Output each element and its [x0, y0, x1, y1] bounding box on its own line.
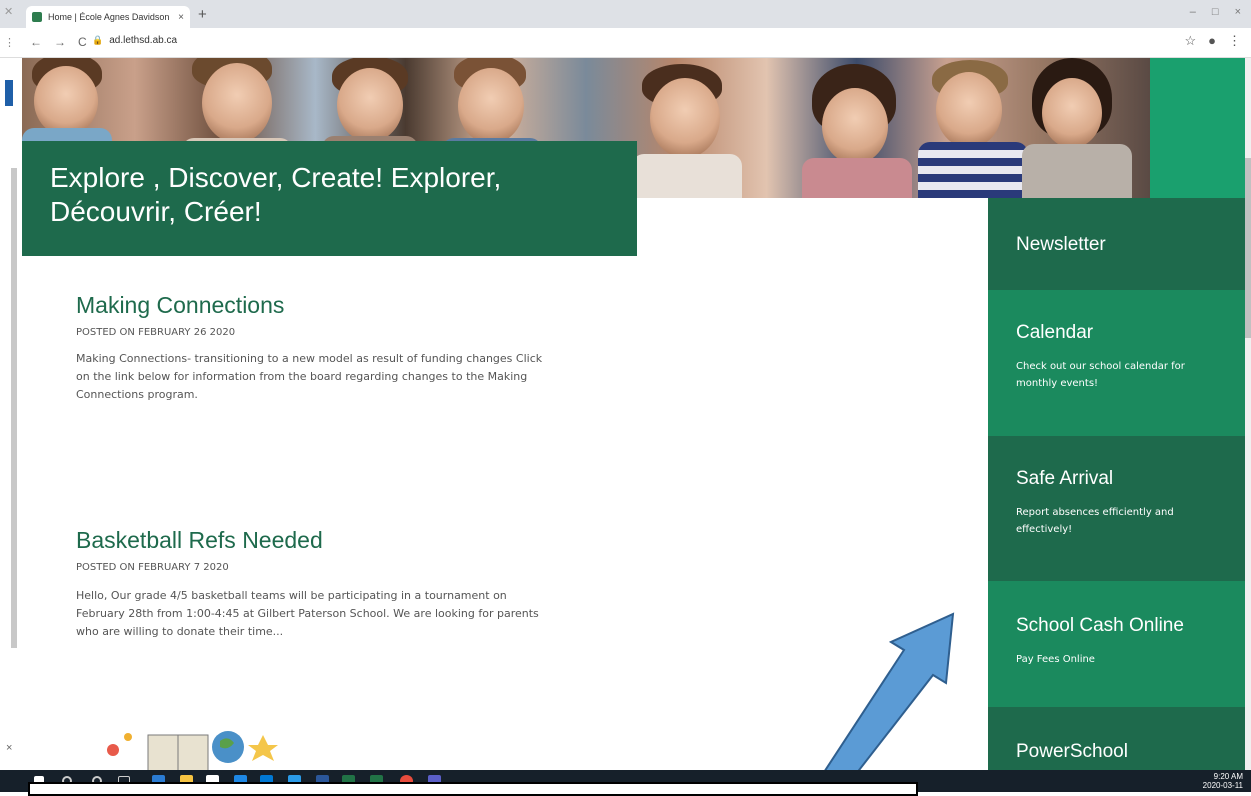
post-illustration: [107, 731, 278, 770]
back-arrow-icon[interactable]: ←: [30, 35, 42, 49]
toolbar-right: ☆ ● ⋮: [1184, 33, 1241, 49]
star-icon[interactable]: ☆: [1184, 33, 1196, 49]
sidebar-item-safe-arrival[interactable]: Safe Arrival Report absences efficiently…: [988, 436, 1245, 581]
minimize-button[interactable]: –: [1190, 6, 1196, 18]
url-field[interactable]: 🔒 ad.lethsd.ab.ca: [92, 35, 177, 46]
hero-figure: [822, 88, 888, 164]
hero-figure: [632, 154, 742, 198]
post-excerpt: Making Connections- transitioning to a n…: [76, 352, 543, 401]
clock-time: 9:20 AM: [1213, 772, 1243, 781]
menu-icon[interactable]: ⋮: [1228, 33, 1241, 49]
sidebar-item-title: PowerSchool: [1016, 741, 1128, 762]
hero-figure: [1022, 144, 1132, 198]
close-icon[interactable]: ×: [6, 742, 12, 754]
maximize-button[interactable]: □: [1212, 6, 1219, 18]
hero-banner: Explore , Discover, Create! Explorer, Dé…: [22, 141, 637, 256]
window-close-button[interactable]: ×: [1235, 6, 1241, 18]
sidebar-item-title: School Cash Online: [1016, 615, 1184, 636]
sidebar-item-desc: Pay Fees Online: [1016, 654, 1095, 665]
lock-icon: 🔒: [92, 35, 104, 45]
hero-figure: [1042, 78, 1102, 148]
hero-figure: [337, 68, 403, 142]
address-bar-row: ⋮ ← → C 🔒 ad.lethsd.ab.ca ☆ ● ⋮: [0, 28, 1251, 58]
sidebar-item-desc: Check out our school calendar for monthl…: [1016, 361, 1185, 389]
hero-figure: [650, 78, 720, 158]
more-vert-icon[interactable]: ⋮: [4, 36, 15, 49]
nav-buttons: ← → C: [30, 35, 87, 49]
reload-icon[interactable]: C: [78, 35, 87, 49]
sidebar-item-school-cash-online[interactable]: School Cash Online Pay Fees Online: [988, 581, 1245, 707]
hero-figure: [918, 142, 1028, 198]
sidebar-item-calendar[interactable]: Calendar Check out our school calendar f…: [988, 290, 1245, 436]
sidebar-item-newsletter[interactable]: Newsletter: [988, 198, 1245, 290]
hero-figure: [202, 63, 272, 143]
post-title-link[interactable]: Basketball Refs Needed: [76, 527, 323, 554]
browser-tab[interactable]: Home | École Agnes Davidson ×: [26, 6, 190, 28]
sidebar-item-title: Newsletter: [1016, 234, 1106, 255]
post-title-link[interactable]: Making Connections: [76, 292, 284, 319]
sidebar-item-title: Safe Arrival: [1016, 468, 1114, 489]
account-icon[interactable]: ●: [1208, 33, 1216, 49]
tab-close-button[interactable]: ×: [178, 12, 184, 23]
left-accent: [5, 80, 13, 106]
new-tab-button[interactable]: +: [198, 6, 207, 23]
browser-tab-bar: ✕ Home | École Agnes Davidson × + – □ ×: [0, 0, 1251, 28]
hero-figure: [458, 68, 524, 144]
quick-links-sidebar: Newsletter Calendar Check out our school…: [988, 198, 1245, 770]
left-scrollbar[interactable]: [11, 168, 17, 648]
hero-figure: [34, 66, 98, 136]
hero-figure: [802, 158, 912, 198]
window-controls: – □ ×: [1190, 6, 1241, 18]
clock-date: 2020-03-11: [1202, 781, 1243, 790]
post-date: POSTED ON FEBRUARY 26 2020: [76, 327, 236, 338]
favicon-icon: [32, 12, 42, 22]
sidebar-item-title: Calendar: [1016, 322, 1094, 343]
page-scrollbar[interactable]: [1245, 58, 1251, 770]
post-date: POSTED ON FEBRUARY 7 2020: [76, 562, 229, 573]
sidebar-top-block: [1150, 58, 1245, 198]
close-icon[interactable]: ✕: [4, 5, 13, 18]
post-excerpt: Hello, Our grade 4/5 basketball teams wi…: [76, 589, 539, 638]
sidebar-item-powerschool[interactable]: PowerSchool: [988, 707, 1245, 770]
hero-figure: [936, 72, 1002, 148]
system-clock[interactable]: 9:20 AM 2020-03-11: [1203, 772, 1243, 790]
url-text: ad.lethsd.ab.ca: [109, 35, 178, 46]
scrollbar-thumb[interactable]: [1245, 158, 1251, 338]
sidebar-item-desc: Report absences efficiently and effectiv…: [1016, 507, 1174, 535]
annotation-box: [28, 782, 918, 796]
left-edge-strip: ×: [0, 58, 20, 770]
tab-title: Home | École Agnes Davidson: [48, 12, 170, 22]
forward-arrow-icon[interactable]: →: [54, 35, 66, 49]
